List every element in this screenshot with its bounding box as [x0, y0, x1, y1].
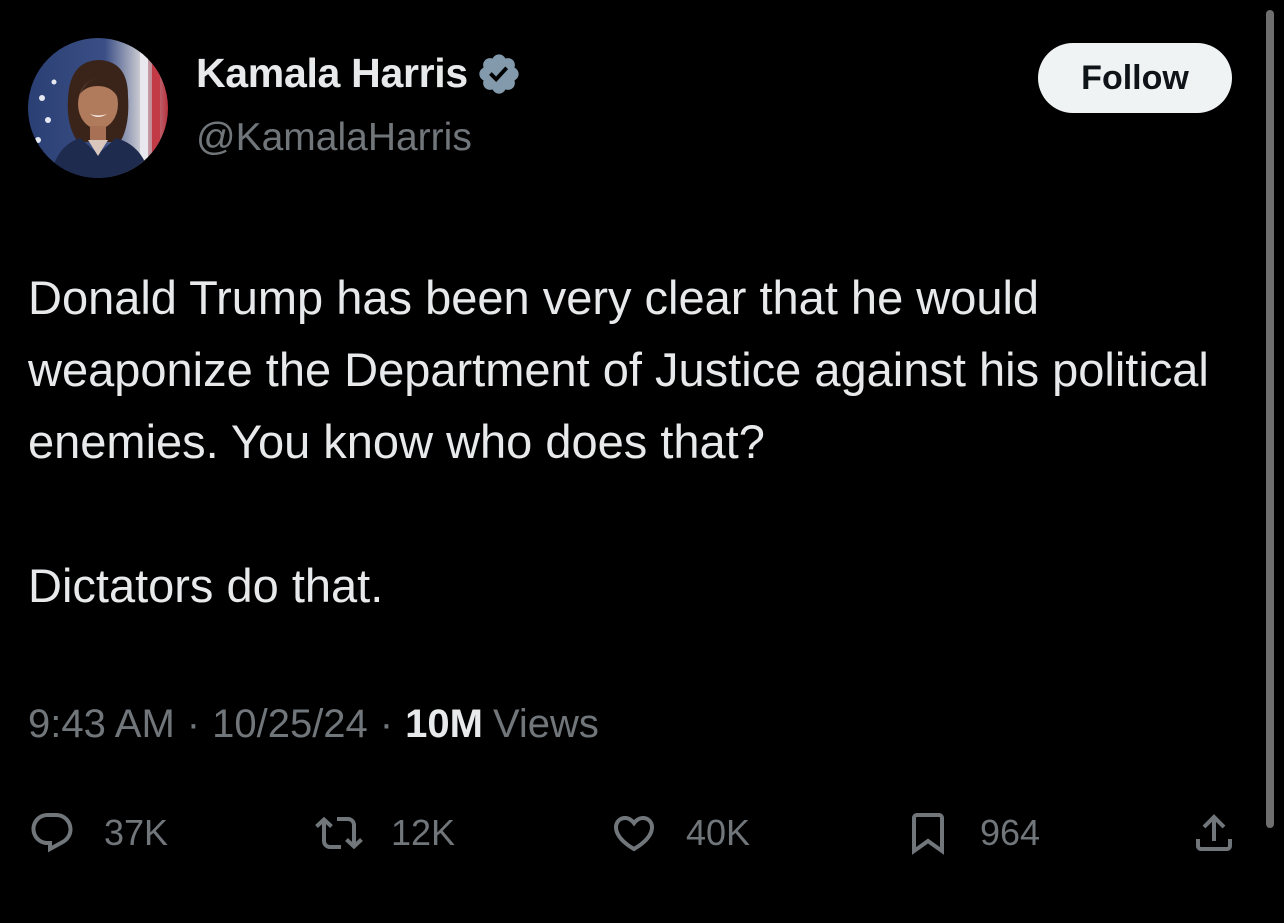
action-bar: 37K 12K 40K 964 [0, 800, 1284, 866]
retweet-icon [315, 816, 363, 850]
tweet-text: Donald Trump has been very clear that he… [28, 262, 1228, 622]
bookmark-icon [912, 813, 944, 855]
tweet-time[interactable]: 9:43 AM [28, 702, 175, 747]
bookmark-count: 964 [980, 812, 1041, 853]
follow-button[interactable]: Follow [1038, 43, 1232, 113]
tweet-date[interactable]: 10/25/24 [212, 702, 368, 747]
like-count: 40K [686, 812, 751, 853]
share-button[interactable] [1190, 800, 1238, 866]
reply-count: 37K [104, 812, 169, 853]
views-label: Views [492, 702, 599, 746]
tweet-paragraph-1: Donald Trump has been very clear that he… [28, 271, 1209, 468]
reply-icon [31, 813, 73, 853]
avatar[interactable] [28, 38, 168, 178]
tweet-paragraph-2: Dictators do that. [28, 559, 384, 612]
tweet-meta: 9:43 AM · 10/25/24 · 10M Views [28, 702, 599, 747]
display-name[interactable]: Kamala Harris [196, 50, 468, 97]
heart-icon [613, 816, 655, 852]
views-count: 10M [405, 702, 483, 746]
user-handle[interactable]: @KamalaHarris [196, 116, 472, 160]
like-button[interactable]: 40K [610, 800, 750, 866]
bookmark-button[interactable]: 964 [904, 800, 1040, 866]
user-display-name-row[interactable]: Kamala Harris [196, 50, 522, 97]
verified-badge-icon[interactable] [476, 51, 522, 97]
share-icon [1196, 814, 1232, 851]
meta-separator: · [379, 702, 394, 746]
scrollbar[interactable] [1266, 10, 1274, 828]
meta-separator: · [186, 702, 201, 746]
avatar-image [28, 38, 168, 178]
retweet-count: 12K [391, 812, 456, 853]
reply-button[interactable]: 37K [28, 800, 168, 866]
retweet-button[interactable]: 12K [315, 800, 455, 866]
